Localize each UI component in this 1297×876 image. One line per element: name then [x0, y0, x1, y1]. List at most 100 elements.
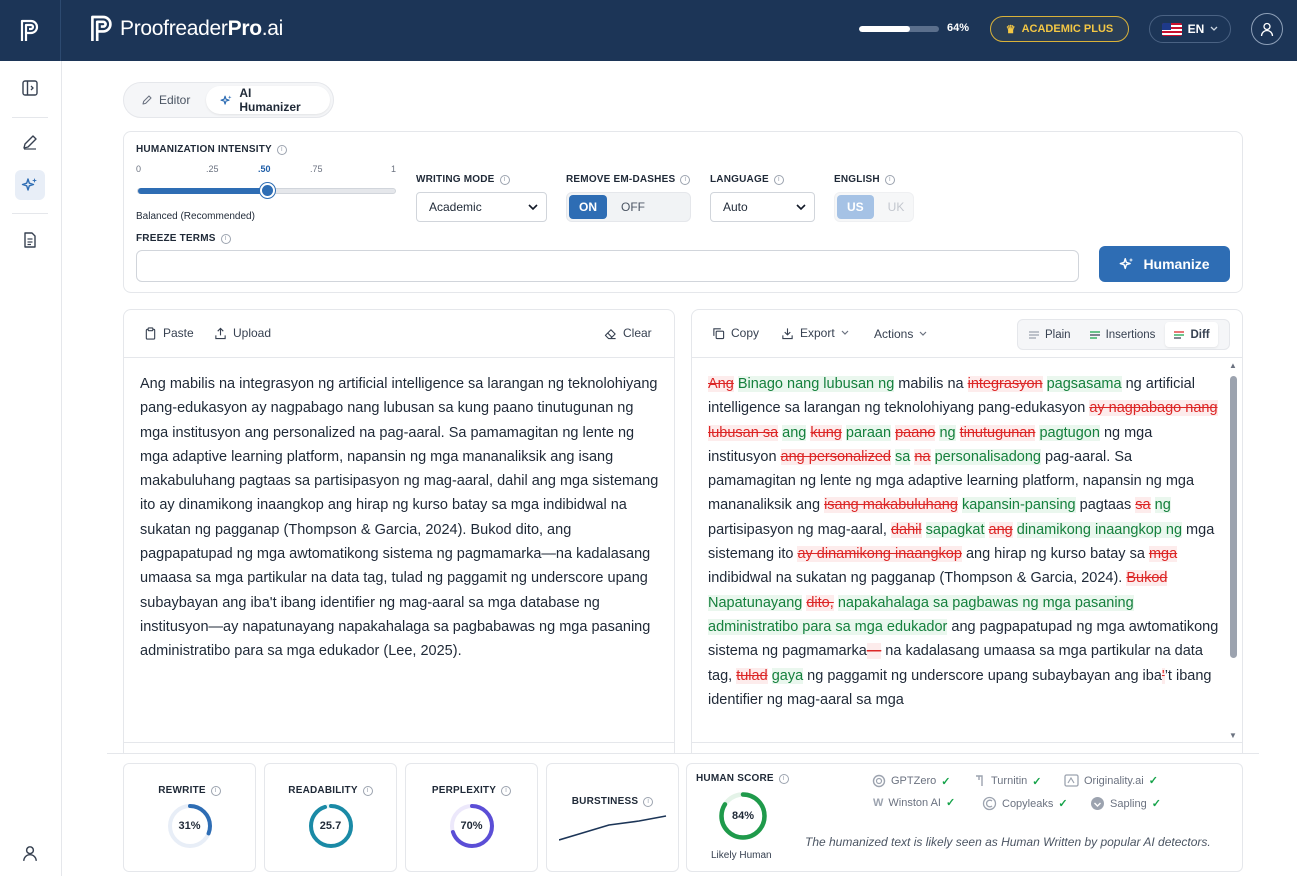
perplexity-label: PERPLEXITY i — [406, 785, 537, 796]
language-dropdown[interactable]: EN — [1149, 15, 1231, 43]
diff-unchanged — [1043, 376, 1047, 392]
app-logo[interactable] — [0, 0, 61, 61]
toggle-sidebar-button[interactable] — [15, 73, 45, 103]
check-icon: ✓ — [945, 797, 956, 809]
diff-insertion: gaya — [771, 667, 804, 684]
freeze-terms-label: FREEZE TERMS i — [136, 233, 231, 244]
chevron-down-icon — [796, 203, 806, 210]
info-icon[interactable]: i — [773, 174, 784, 185]
lines-icon — [1029, 330, 1039, 339]
intensity-label: HUMANIZATION INTENSITY i — [136, 144, 287, 155]
output-pane-footer-divider — [692, 742, 1242, 743]
burstiness-sparkline — [559, 815, 667, 841]
freeze-terms-input[interactable] — [136, 250, 1079, 282]
plan-label: ACADEMIC PLUS — [1021, 23, 1114, 35]
view-diff-label: Diff — [1190, 328, 1210, 341]
english-us-option[interactable]: US — [837, 195, 874, 219]
em-dashes-on-option[interactable]: ON — [569, 195, 607, 219]
input-text-area[interactable]: Ang mabilis na integrasyon ng artificial… — [140, 372, 660, 664]
info-icon[interactable]: i — [778, 773, 789, 784]
copyleaks-icon — [982, 796, 997, 811]
brand-logo-icon — [91, 15, 112, 41]
diff-insertion: sa — [895, 448, 911, 465]
info-icon[interactable]: i — [499, 174, 510, 185]
usage-progress-fill — [859, 26, 911, 32]
diff-insertion: sapagkat — [925, 521, 985, 538]
info-icon[interactable]: i — [362, 785, 373, 796]
rail-editor-button[interactable] — [15, 127, 45, 157]
plan-badge[interactable]: ♛ ACADEMIC PLUS — [990, 16, 1129, 42]
clear-label: Clear — [623, 326, 652, 340]
check-icon: ✓ — [1151, 798, 1161, 810]
rewrite-card: REWRITE i 31% — [123, 763, 256, 872]
check-icon: ✓ — [1032, 775, 1042, 788]
upload-button[interactable]: Upload — [214, 326, 271, 340]
rail-documents-button[interactable] — [15, 225, 45, 255]
diff-deletion: dito, — [806, 594, 834, 611]
diff-deletion: ay dinamikong inaangkop — [797, 546, 962, 563]
tab-editor-label: Editor — [159, 93, 191, 107]
diff-unchanged — [985, 522, 989, 538]
scroll-up-arrow[interactable]: ▲ — [1229, 362, 1237, 370]
chevron-down-icon — [919, 331, 927, 336]
view-insertions[interactable]: Insertions — [1081, 322, 1164, 347]
output-scrollbar[interactable]: ▲ ▼ — [1229, 362, 1237, 742]
sparkles-icon — [220, 94, 232, 105]
intensity-tick: .75 — [310, 164, 323, 174]
diff-unchanged — [956, 425, 960, 441]
actions-dropdown[interactable]: Actions — [874, 327, 927, 341]
info-icon[interactable]: i — [210, 785, 221, 796]
detector-winston: W Winston AI ✓ — [873, 796, 956, 810]
language-label: LANGUAGE i — [710, 174, 784, 185]
detector-turnitin: Turnitin ✓ — [974, 774, 1042, 788]
view-plain[interactable]: Plain — [1020, 322, 1079, 347]
clear-button[interactable]: Clear — [604, 326, 652, 340]
diff-output-text[interactable]: Ang Binago nang lubusan ng mabilis na in… — [708, 372, 1223, 712]
brand[interactable]: ProofreaderPro.ai — [90, 14, 283, 44]
em-dashes-off-option[interactable]: OFF — [611, 195, 655, 219]
intensity-caption: Balanced (Recommended) — [136, 211, 255, 222]
account-button[interactable] — [1251, 13, 1283, 45]
copy-button[interactable]: Copy — [712, 326, 759, 340]
diff-insertion: pagtugon — [1039, 424, 1100, 441]
tab-ai-humanizer[interactable]: AI Humanizer — [206, 86, 330, 114]
em-dashes-toggle[interactable]: ON OFF — [566, 192, 691, 222]
human-score-label: HUMAN SCORE i — [696, 773, 789, 784]
human-score-card: HUMAN SCORE i 84% Likely Human — [686, 763, 1243, 872]
view-diff[interactable]: Diff — [1165, 322, 1218, 347]
scrollbar-thumb[interactable] — [1230, 376, 1237, 658]
info-icon[interactable]: i — [501, 785, 512, 796]
download-icon — [782, 327, 793, 339]
intensity-slider-handle[interactable] — [259, 183, 275, 198]
scroll-down-arrow[interactable]: ▼ — [1229, 732, 1237, 740]
diff-deletion: tinutugunan — [959, 424, 1036, 441]
rewrite-gauge: 31% — [167, 803, 213, 849]
language-select[interactable]: Auto — [710, 192, 815, 222]
diff-deletion: mga — [1148, 546, 1178, 563]
english-variant-toggle[interactable]: US UK — [834, 192, 914, 222]
info-icon[interactable]: i — [276, 144, 287, 155]
rail-profile-button[interactable] — [15, 838, 45, 868]
info-icon[interactable]: i — [680, 174, 691, 185]
tab-editor[interactable]: Editor — [127, 86, 204, 114]
writing-mode-select[interactable]: Academic — [416, 192, 547, 222]
language-value: Auto — [723, 200, 748, 214]
info-icon[interactable]: i — [643, 796, 654, 807]
output-toolbar: Copy Export Actions Plain Insertions Dif… — [692, 310, 1242, 358]
humanize-button[interactable]: Humanize — [1099, 246, 1230, 282]
diff-insertion: paraan — [845, 424, 892, 441]
paste-button[interactable]: Paste — [144, 326, 194, 340]
diff-insertion: pagsasama — [1046, 376, 1122, 392]
diff-deletion: dahil — [890, 521, 922, 538]
info-icon[interactable]: i — [220, 233, 231, 244]
english-uk-option[interactable]: UK — [878, 195, 915, 219]
info-icon[interactable]: i — [884, 174, 895, 185]
view-mode-toggle: Plain Insertions Diff — [1017, 319, 1230, 350]
export-label: Export — [800, 326, 835, 340]
chevron-down-icon — [1210, 26, 1218, 31]
rail-humanizer-button[interactable] — [15, 170, 45, 200]
upload-label: Upload — [233, 326, 272, 340]
export-dropdown[interactable]: Export — [781, 326, 849, 340]
sparkles-icon — [1120, 257, 1134, 270]
diff-insertion: dinamikong inaangkop ng — [1016, 521, 1183, 538]
